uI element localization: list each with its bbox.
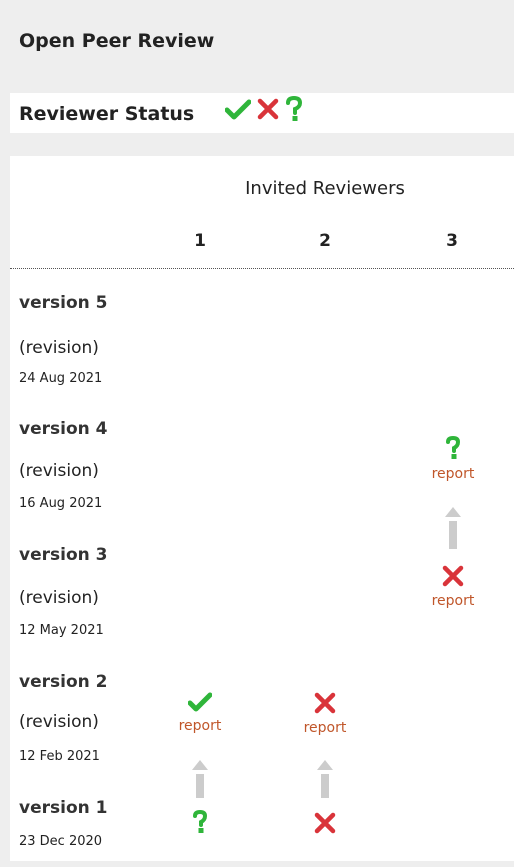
- reviewer-table-panel: Invited Reviewers 1 2 3 version 5 (revis…: [10, 156, 514, 861]
- arrow-up-icon: [445, 507, 461, 549]
- cross-icon: [257, 98, 279, 120]
- version-2-date: 12 Feb 2021: [19, 749, 100, 764]
- version-5-revision: (revision): [19, 338, 99, 358]
- cross-icon: [314, 812, 336, 834]
- v3-reviewer-3-cell: report: [413, 565, 493, 609]
- reviewer-status-bar: Reviewer Status: [10, 93, 514, 133]
- cross-icon: [314, 692, 336, 714]
- arrow-up-icon: [317, 760, 333, 798]
- v1-reviewer-1-cell: [160, 810, 240, 834]
- version-1-date: 23 Dec 2020: [19, 834, 103, 849]
- version-5-date: 24 Aug 2021: [19, 371, 103, 386]
- v4-reviewer-3-report-link[interactable]: report: [413, 466, 493, 482]
- status-legend: [225, 96, 303, 122]
- cross-icon: [442, 565, 464, 587]
- version-3-revision: (revision): [19, 588, 99, 608]
- reviewer-column-2: 2: [319, 231, 331, 251]
- question-icon: [286, 96, 303, 121]
- version-3-date: 12 May 2021: [19, 623, 104, 638]
- version-4-revision: (revision): [19, 461, 99, 481]
- page-title: Open Peer Review: [19, 30, 215, 52]
- version-1-label[interactable]: version 1: [19, 798, 107, 818]
- reviewer-column-1: 1: [194, 231, 206, 251]
- question-icon: [193, 810, 208, 833]
- v1-reviewer-2-cell: [285, 812, 365, 834]
- version-4-label[interactable]: version 4: [19, 419, 107, 439]
- v2-reviewer-2-report-link[interactable]: report: [285, 720, 365, 736]
- version-3-label[interactable]: version 3: [19, 545, 107, 565]
- table-divider: [10, 268, 514, 269]
- question-icon: [446, 436, 461, 459]
- v4-reviewer-3-cell: report: [413, 436, 493, 482]
- v2-reviewer-1-report-link[interactable]: report: [160, 718, 240, 734]
- v3-reviewer-3-report-link[interactable]: report: [413, 593, 493, 609]
- invited-reviewers-heading: Invited Reviewers: [245, 178, 405, 199]
- arrow-up-icon: [192, 760, 208, 798]
- v2-reviewer-2-cell: report: [285, 692, 365, 736]
- reviewer-column-3: 3: [446, 231, 458, 251]
- check-icon: [225, 99, 251, 120]
- reviewer-status-label: Reviewer Status: [19, 103, 195, 125]
- version-4-date: 16 Aug 2021: [19, 496, 103, 511]
- v2-reviewer-1-cell: report: [160, 692, 240, 734]
- version-2-revision: (revision): [19, 712, 99, 732]
- version-2-label[interactable]: version 2: [19, 672, 107, 692]
- check-icon: [188, 692, 212, 712]
- version-5-label[interactable]: version 5: [19, 293, 107, 313]
